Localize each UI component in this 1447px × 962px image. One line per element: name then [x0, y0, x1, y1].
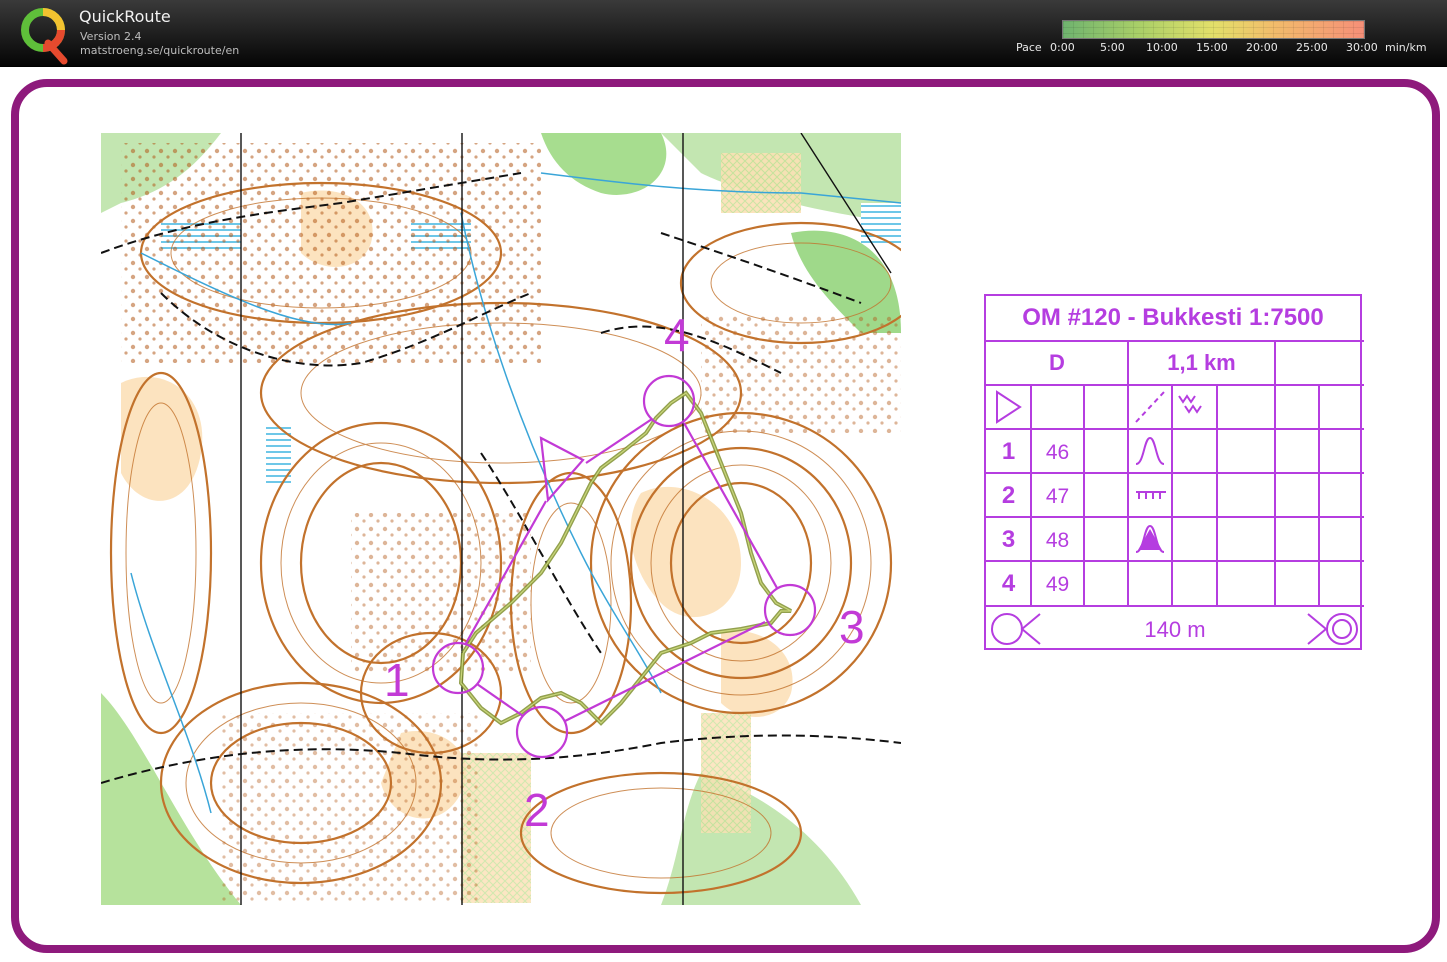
- knoll-icon: [1135, 436, 1165, 465]
- pace-tick: 0:00: [1050, 41, 1075, 54]
- quickroute-logo-icon: [21, 8, 68, 65]
- pace-color-scale: [1062, 20, 1365, 39]
- control-code: 48: [1045, 529, 1070, 552]
- app-version: Version 2.4: [80, 30, 142, 43]
- finish-circle-icon: [991, 613, 1023, 645]
- control-number: 1: [1001, 438, 1016, 465]
- start-triangle-icon: [996, 390, 1022, 424]
- control-code: 46: [1045, 441, 1070, 464]
- pace-tick: 20:00: [1246, 41, 1278, 54]
- control-code: 47: [1045, 485, 1070, 508]
- control-label-3: 3: [839, 601, 865, 653]
- pace-tick: 10:00: [1146, 41, 1178, 54]
- boulder-icon: [1138, 529, 1162, 550]
- control-number: 2: [1001, 482, 1016, 509]
- control-description-card: OM #120 - Bukkesti 1:7500 D 1,1 km 1 46 …: [984, 294, 1364, 650]
- pace-tick: 25:00: [1296, 41, 1328, 54]
- control-code: 49: [1045, 573, 1070, 596]
- control-number: 4: [1001, 570, 1016, 597]
- pace-unit: min/km: [1385, 41, 1427, 54]
- control-number: 3: [1001, 526, 1016, 553]
- control-label-2: 2: [524, 784, 550, 836]
- title-bar: QuickRoute Version 2.4 matstroeng.se/qui…: [0, 0, 1447, 67]
- card-distance: 1,1 km: [1167, 350, 1236, 375]
- orienteering-map[interactable]: 1 2 3 4: [101, 133, 901, 905]
- finish-distance: 140 m: [1144, 617, 1206, 642]
- app-name: QuickRoute: [79, 7, 171, 26]
- pace-tick: 15:00: [1196, 41, 1228, 54]
- control-label-1: 1: [384, 654, 410, 706]
- marsh-icon: [1178, 394, 1202, 414]
- app-url[interactable]: matstroeng.se/quickroute/en: [80, 44, 239, 57]
- pace-tick: 30:00: [1346, 41, 1378, 54]
- card-title: OM #120 - Bukkesti 1:7500: [1022, 304, 1324, 331]
- path-crossing-icon: [1135, 391, 1165, 423]
- cliff-icon: [1136, 491, 1166, 499]
- finish-double-circle-icon: [1326, 613, 1358, 645]
- card-class: D: [1049, 350, 1065, 375]
- pace-label: Pace: [1016, 41, 1042, 54]
- control-label-4: 4: [664, 309, 690, 361]
- pace-tick: 5:00: [1100, 41, 1125, 54]
